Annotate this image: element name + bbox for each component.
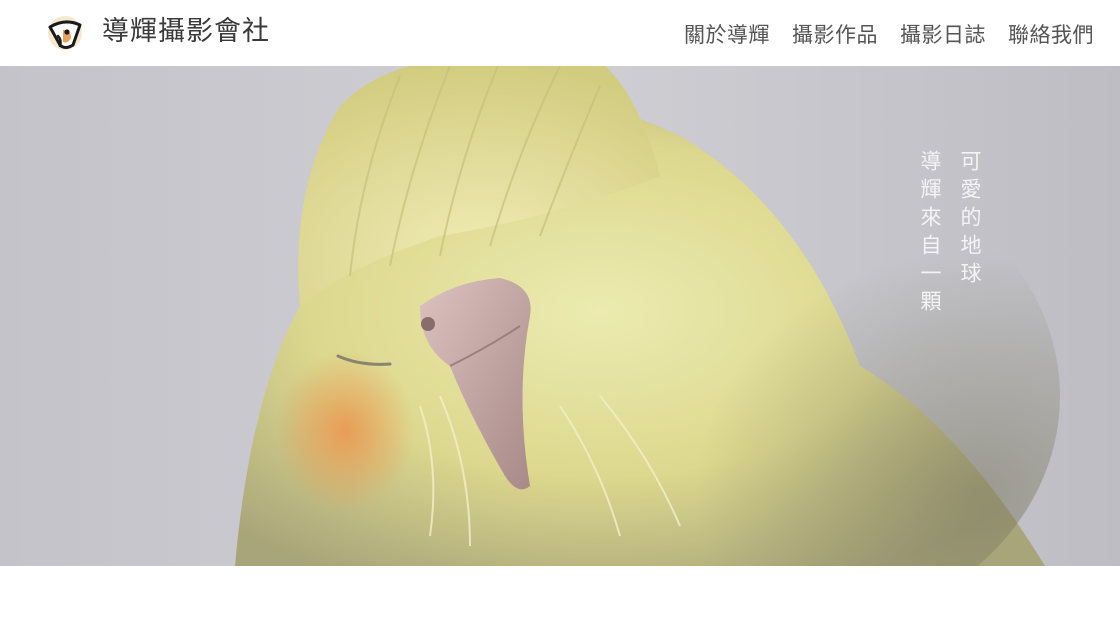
hero-tagline: 可愛的地球 導輝來自一顆 [910,150,990,318]
tagline-line-2: 導輝來自一顆 [918,150,942,318]
nav-item-about[interactable]: 關於導輝 [684,19,770,51]
site-header: 導輝攝影會社 關於導輝 攝影作品 攝影日誌 聯絡我們 [0,0,1120,66]
nav-item-journal[interactable]: 攝影日誌 [900,19,986,51]
tagline-line-1: 可愛的地球 [958,150,982,290]
main-nav: 關於導輝 攝影作品 攝影日誌 聯絡我們 [684,19,1094,51]
hero-banner: 可愛的地球 導輝來自一顆 [0,66,1120,566]
nav-item-works[interactable]: 攝影作品 [792,19,878,51]
nav-item-contact[interactable]: 聯絡我們 [1008,19,1094,51]
page-body-blank [0,566,1120,636]
site-title[interactable]: 導輝攝影會社 [102,14,270,50]
parrot-logo-icon[interactable] [46,14,84,52]
